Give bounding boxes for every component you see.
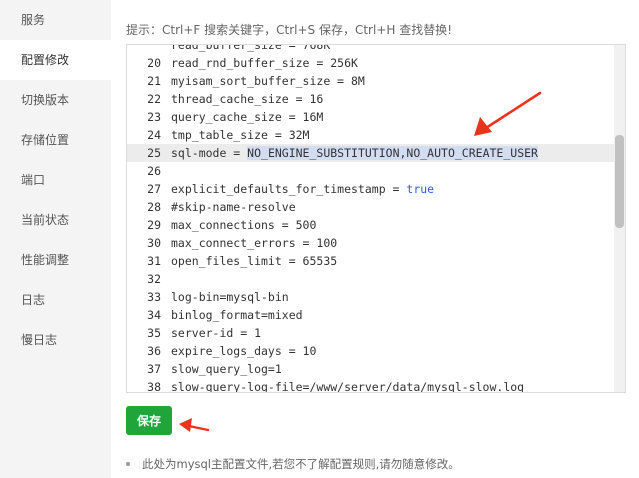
line-number: 31 <box>147 254 161 268</box>
code-line[interactable]: 32 <box>127 270 625 288</box>
code-line-content: open_files_limit = 65535 <box>171 252 337 270</box>
code-line[interactable]: 24 tmp_table_size = 32M <box>127 126 625 144</box>
code-line-content: read_rnd_buffer_size = 256K <box>171 54 358 72</box>
line-number: 33 <box>147 290 161 304</box>
line-number: 37 <box>147 362 161 376</box>
code-line-content: log-bin=mysql-bin <box>171 288 289 306</box>
code-line-text: #skip-name-resolve <box>171 200 296 214</box>
sidebar-item[interactable]: 日志 <box>0 280 111 320</box>
keyword-text: true <box>406 182 435 196</box>
code-line[interactable]: 33 log-bin=mysql-bin <box>127 288 625 306</box>
config-note-text: 此处为mysql主配置文件,若您不了解配置规则,请勿随意修改。 <box>142 457 460 471</box>
code-line-text: binlog_format=mixed <box>171 308 303 322</box>
code-line-text: myisam_sort_buffer_size = 8M <box>171 74 365 88</box>
sidebar-item[interactable]: 端口 <box>0 160 111 200</box>
code-line-text: expire_logs_days = 10 <box>171 344 317 358</box>
code-line[interactable]: 34 binlog_format=mixed <box>127 306 625 324</box>
code-line-content: sql-mode = NO_ENGINE_SUBSTITUTION,NO_AUT… <box>171 144 538 162</box>
line-number: 38 <box>147 380 161 393</box>
sidebar-item[interactable]: 切换版本 <box>0 80 111 120</box>
code-line-text: slow_query_log=1 <box>171 362 282 376</box>
code-line-content: query_cache_size = 16M <box>171 108 323 126</box>
code-line[interactable]: 36 expire_logs_days = 10 <box>127 342 625 360</box>
code-line-text: explicit_defaults_for_timestamp = <box>171 182 407 196</box>
sidebar-item[interactable]: 配置修改 <box>0 40 111 80</box>
line-number: 29 <box>147 218 161 232</box>
code-line-text: log-bin=mysql-bin <box>171 290 289 304</box>
code-line-text: read_rnd_buffer_size = 256K <box>171 56 358 70</box>
editor-scrollbar[interactable] <box>614 45 625 392</box>
code-line-text: open_files_limit = 65535 <box>171 254 338 268</box>
code-line-text: slow-query-log-file=/www/server/data/mys… <box>171 380 525 393</box>
line-number: 20 <box>147 56 161 70</box>
selected-text: NO_ENGINE_SUBSTITUTION,NO_AUTO_CREATE_US… <box>247 146 538 160</box>
code-line-content: explicit_defaults_for_timestamp = true <box>171 180 434 198</box>
code-line-content: slow-query-log-file=/www/server/data/mys… <box>171 378 525 393</box>
sidebar: 服务 配置修改 切换版本 存储位置 端口 当前状态 性能调整 日志 慢日志 <box>0 0 111 478</box>
code-line-text: thread_cache_size = 16 <box>171 92 324 106</box>
code-line[interactable]: 37 slow_query_log=1 <box>127 360 625 378</box>
sidebar-item[interactable]: 存储位置 <box>0 120 111 160</box>
code-line[interactable]: 26 <box>127 162 625 180</box>
code-line-text: max_connections = 500 <box>171 218 317 232</box>
code-editor[interactable]: read_buffer_size = 768K 20 read_rnd_buffe… <box>126 44 626 393</box>
line-number: 23 <box>147 110 161 124</box>
sidebar-item[interactable]: 慢日志 <box>0 320 111 360</box>
line-number: 36 <box>147 344 161 358</box>
line-number: 30 <box>147 236 161 250</box>
code-line[interactable]: 21 myisam_sort_buffer_size = 8M <box>127 72 625 90</box>
code-line-content: max_connections = 500 <box>171 216 316 234</box>
line-number: 24 <box>147 128 161 142</box>
line-number: 26 <box>147 164 161 178</box>
save-button[interactable]: 保存 <box>126 406 172 435</box>
code-line[interactable]: 25 sql-mode = NO_ENGINE_SUBSTITUTION,NO_A… <box>127 144 625 162</box>
code-line-text: max_connect_errors = 100 <box>171 236 338 250</box>
code-line[interactable]: 28 #skip-name-resolve <box>127 198 625 216</box>
config-note: 此处为mysql主配置文件,若您不了解配置规则,请勿随意修改。 <box>126 456 460 472</box>
sidebar-item[interactable]: 性能调整 <box>0 240 111 280</box>
line-number: 28 <box>147 200 161 214</box>
sidebar-item[interactable]: 当前状态 <box>0 200 111 240</box>
code-line-content: server-id = 1 <box>171 324 261 342</box>
code-line[interactable]: 22 thread_cache_size = 16 <box>127 90 625 108</box>
line-number: 21 <box>147 74 161 88</box>
line-number: 32 <box>147 272 161 286</box>
line-number: 34 <box>147 308 161 322</box>
line-number: 27 <box>147 182 161 196</box>
sidebar-item[interactable]: 服务 <box>0 0 111 40</box>
code-line-content: thread_cache_size = 16 <box>171 90 323 108</box>
code-line[interactable]: 23 query_cache_size = 16M <box>127 108 625 126</box>
code-line[interactable]: 38 slow-query-log-file=/www/server/data/m… <box>127 378 625 393</box>
code-line-text: query_cache_size = 16M <box>171 110 324 124</box>
code-line-content: max_connect_errors = 100 <box>171 234 337 252</box>
code-line-text: read_buffer_size = 768K <box>171 45 331 52</box>
code-line-content: expire_logs_days = 10 <box>171 342 316 360</box>
code-line[interactable]: 35 server-id = 1 <box>127 324 625 342</box>
code-line[interactable]: 29 max_connections = 500 <box>127 216 625 234</box>
editor-hint: 提示：Ctrl+F 搜索关键字，Ctrl+S 保存，Ctrl+H 查找替换! <box>126 23 453 37</box>
code-line[interactable]: 27 explicit_defaults_for_timestamp = true <box>127 180 625 198</box>
line-number: 22 <box>147 92 161 106</box>
code-line-content: #skip-name-resolve <box>171 198 296 216</box>
code-line-text: server-id = 1 <box>171 326 262 340</box>
code-line-content: myisam_sort_buffer_size = 8M <box>171 72 365 90</box>
bullet-icon <box>126 461 130 466</box>
code-line-content: slow_query_log=1 <box>171 360 282 378</box>
code-line-text: sql-mode = <box>171 146 248 160</box>
code-line-content: tmp_table_size = 32M <box>171 126 309 144</box>
arrow-head-save-button <box>179 418 192 432</box>
editor-scrollbar-thumb[interactable] <box>615 135 624 228</box>
code-line[interactable]: 30 max_connect_errors = 100 <box>127 234 625 252</box>
code-line[interactable]: 31 open_files_limit = 65535 <box>127 252 625 270</box>
code-line-text: tmp_table_size = 32M <box>171 128 310 142</box>
arrow-to-save-button <box>187 424 210 432</box>
line-number: 25 <box>147 146 161 160</box>
code-line-partial: read_buffer_size = 768K <box>127 45 625 54</box>
line-number: 35 <box>147 326 161 340</box>
code-line-content: binlog_format=mixed <box>171 306 303 324</box>
code-line[interactable]: 20 read_rnd_buffer_size = 256K <box>127 54 625 72</box>
